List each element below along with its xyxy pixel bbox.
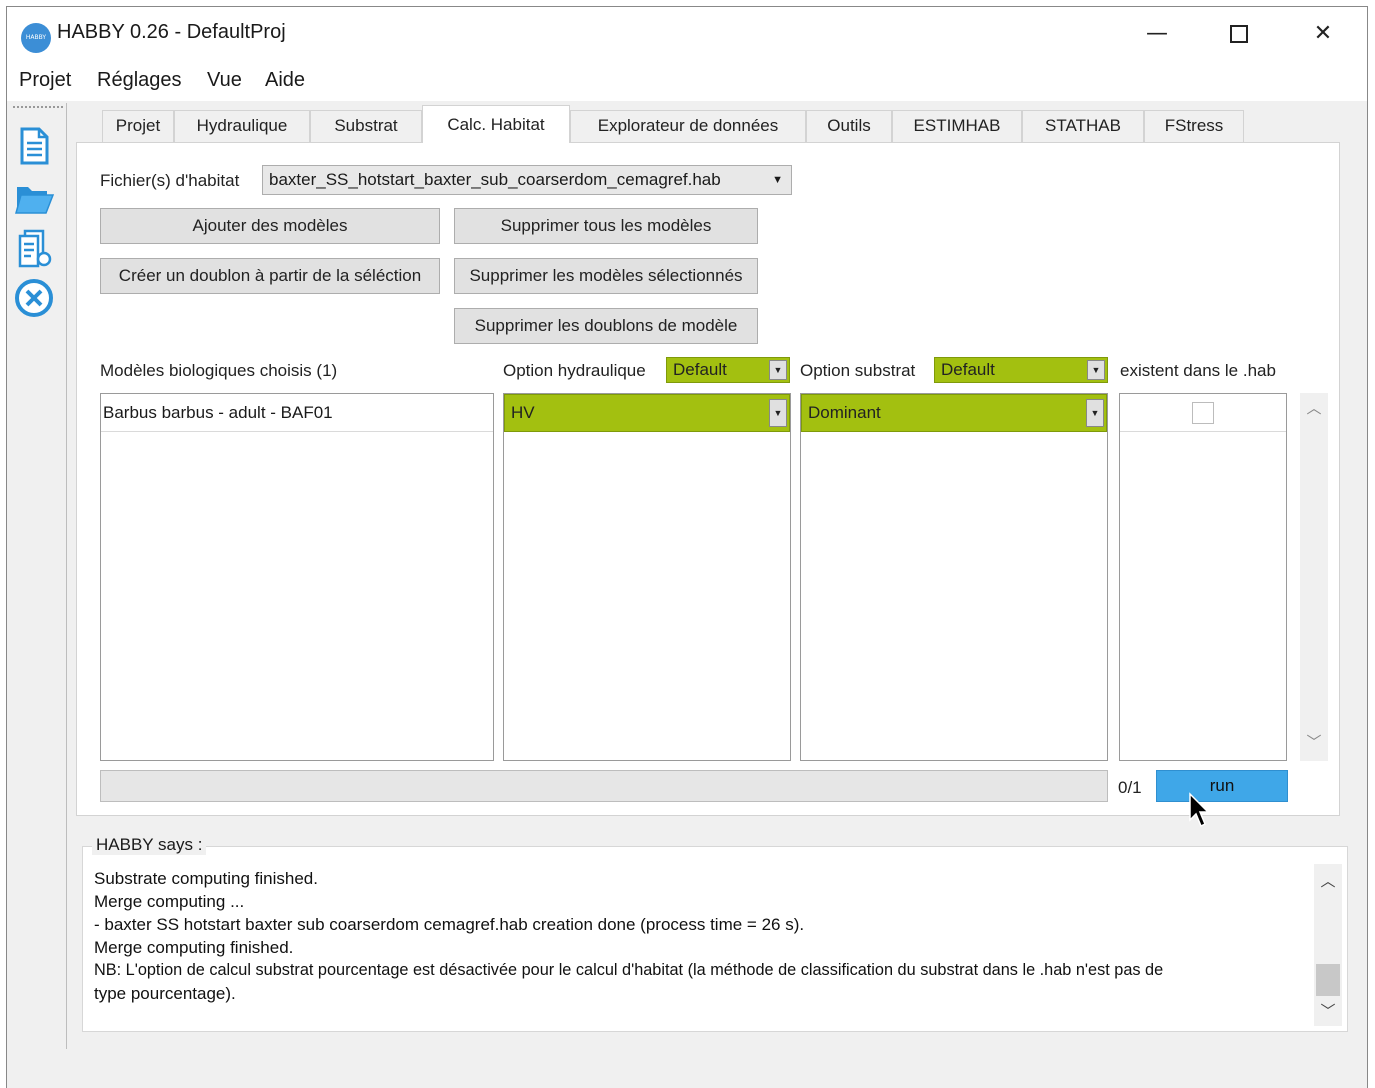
- log-scrollbar[interactable]: ︿ ﹀: [1314, 864, 1342, 1026]
- dropdown-arrow-icon: ▼: [769, 399, 787, 427]
- tab-fstress[interactable]: FStress: [1144, 110, 1244, 142]
- list-item[interactable]: Barbus barbus - adult - BAF01: [101, 394, 493, 432]
- tab-stathab[interactable]: STATHAB: [1022, 110, 1144, 142]
- progress-count: 0/1: [1118, 778, 1142, 797]
- list-item: [1120, 394, 1286, 432]
- delete-selected-models-button[interactable]: Supprimer les modèles sélectionnés: [454, 258, 758, 294]
- exists-in-hab-header: existent dans le .hab: [1120, 361, 1276, 380]
- tab-substrat[interactable]: Substrat: [310, 110, 422, 142]
- habitat-file-select[interactable]: baxter_SS_hotstart_baxter_sub_coarserdom…: [262, 165, 792, 195]
- hydraulic-option-select[interactable]: HV ▼: [504, 394, 790, 432]
- exists-list: [1119, 393, 1287, 761]
- substrate-default-select[interactable]: Default ▼: [934, 357, 1108, 383]
- menu-reglages[interactable]: Réglages: [97, 69, 182, 92]
- tab-estimhab[interactable]: ESTIMHAB: [892, 110, 1022, 142]
- duplicate-selection-button[interactable]: Créer un doublon à partir de la séléctio…: [100, 258, 440, 294]
- log-line: type pourcentage).: [94, 984, 236, 1003]
- toolbar-grip[interactable]: [13, 106, 63, 108]
- log-line: - baxter SS hotstart baxter sub coarserd…: [94, 915, 805, 934]
- window-title: HABBY 0.26 - DefaultProj: [57, 21, 286, 43]
- chevron-down-icon[interactable]: ﹀: [1314, 1000, 1342, 1021]
- maximize-button[interactable]: [1217, 19, 1261, 49]
- add-models-button[interactable]: Ajouter des modèles: [100, 208, 440, 244]
- log-title: HABBY says :: [92, 835, 207, 855]
- menu-vue[interactable]: Vue: [207, 69, 242, 92]
- tab-projet[interactable]: Projet: [102, 110, 174, 142]
- open-folder-icon[interactable]: [13, 177, 55, 219]
- habitat-file-value: baxter_SS_hotstart_baxter_sub_coarserdom…: [269, 170, 721, 189]
- exists-checkbox[interactable]: [1192, 402, 1214, 424]
- hydraulic-option-value: HV: [511, 403, 535, 422]
- chevron-up-icon[interactable]: ︿: [1314, 870, 1342, 891]
- dropdown-arrow-icon: ▼: [769, 360, 787, 380]
- tab-outils[interactable]: Outils: [806, 110, 892, 142]
- left-toolbar: [7, 103, 67, 1049]
- dropdown-arrow-icon: ▼: [772, 174, 783, 186]
- menu-aide[interactable]: Aide: [265, 69, 305, 92]
- substrate-default-value: Default: [941, 360, 995, 379]
- log-line: Merge computing finished.: [94, 938, 294, 957]
- substrate-option-value: Dominant: [808, 403, 881, 422]
- log-line: Merge computing ...: [94, 892, 245, 911]
- close-project-icon[interactable]: [13, 277, 55, 319]
- dropdown-arrow-icon: ▼: [1086, 399, 1104, 427]
- dropdown-arrow-icon: ▼: [1087, 360, 1105, 380]
- hydraulic-default-select[interactable]: Default ▼: [666, 357, 790, 383]
- new-project-icon[interactable]: [13, 125, 55, 167]
- substrate-option-label: Option substrat: [800, 361, 916, 380]
- close-window-button[interactable]: ✕: [1301, 19, 1345, 49]
- substrate-option-select[interactable]: Dominant ▼: [801, 394, 1107, 432]
- chevron-down-icon[interactable]: ﹀: [1300, 731, 1328, 752]
- log-line: Substrate computing finished.: [94, 869, 318, 888]
- substrate-options-list: Dominant ▼: [800, 393, 1108, 761]
- log-line: NB: L'option de calcul substrat pourcent…: [94, 961, 1164, 979]
- tab-calc-habitat[interactable]: Calc. Habitat: [422, 105, 570, 143]
- model-name: Barbus barbus - adult - BAF01: [103, 403, 333, 422]
- title-bar: HABBY HABBY 0.26 - DefaultProj — ✕: [7, 7, 1367, 63]
- delete-all-models-button[interactable]: Supprimer tous les modèles: [454, 208, 758, 244]
- habby-logo-icon: HABBY: [21, 23, 51, 53]
- models-header: Modèles biologiques choisis (1): [100, 361, 338, 380]
- tab-hydraulique[interactable]: Hydraulique: [174, 110, 310, 142]
- hydraulic-option-label: Option hydraulique: [503, 361, 646, 380]
- log-scroll-thumb[interactable]: [1316, 964, 1340, 996]
- report-icon[interactable]: [13, 227, 55, 269]
- habitat-file-label: Fichier(s) d'habitat: [100, 171, 240, 190]
- progress-bar: [100, 770, 1108, 802]
- models-scrollbar[interactable]: ︿ ﹀: [1300, 393, 1328, 761]
- delete-duplicate-models-button[interactable]: Supprimer les doublons de modèle: [454, 308, 758, 344]
- menu-projet[interactable]: Projet: [19, 69, 71, 92]
- chevron-up-icon[interactable]: ︿: [1300, 397, 1328, 418]
- mouse-cursor-icon: [1189, 792, 1210, 828]
- run-button[interactable]: run: [1156, 770, 1288, 802]
- hydraulic-default-value: Default: [673, 360, 727, 379]
- menu-bar: Projet Réglages Vue Aide: [7, 63, 1367, 101]
- hydraulic-options-list: HV ▼: [503, 393, 791, 761]
- maximize-icon: [1230, 25, 1248, 43]
- minimize-button[interactable]: —: [1135, 19, 1179, 49]
- models-list[interactable]: Barbus barbus - adult - BAF01: [100, 393, 494, 761]
- tab-explorateur[interactable]: Explorateur de données: [570, 110, 806, 142]
